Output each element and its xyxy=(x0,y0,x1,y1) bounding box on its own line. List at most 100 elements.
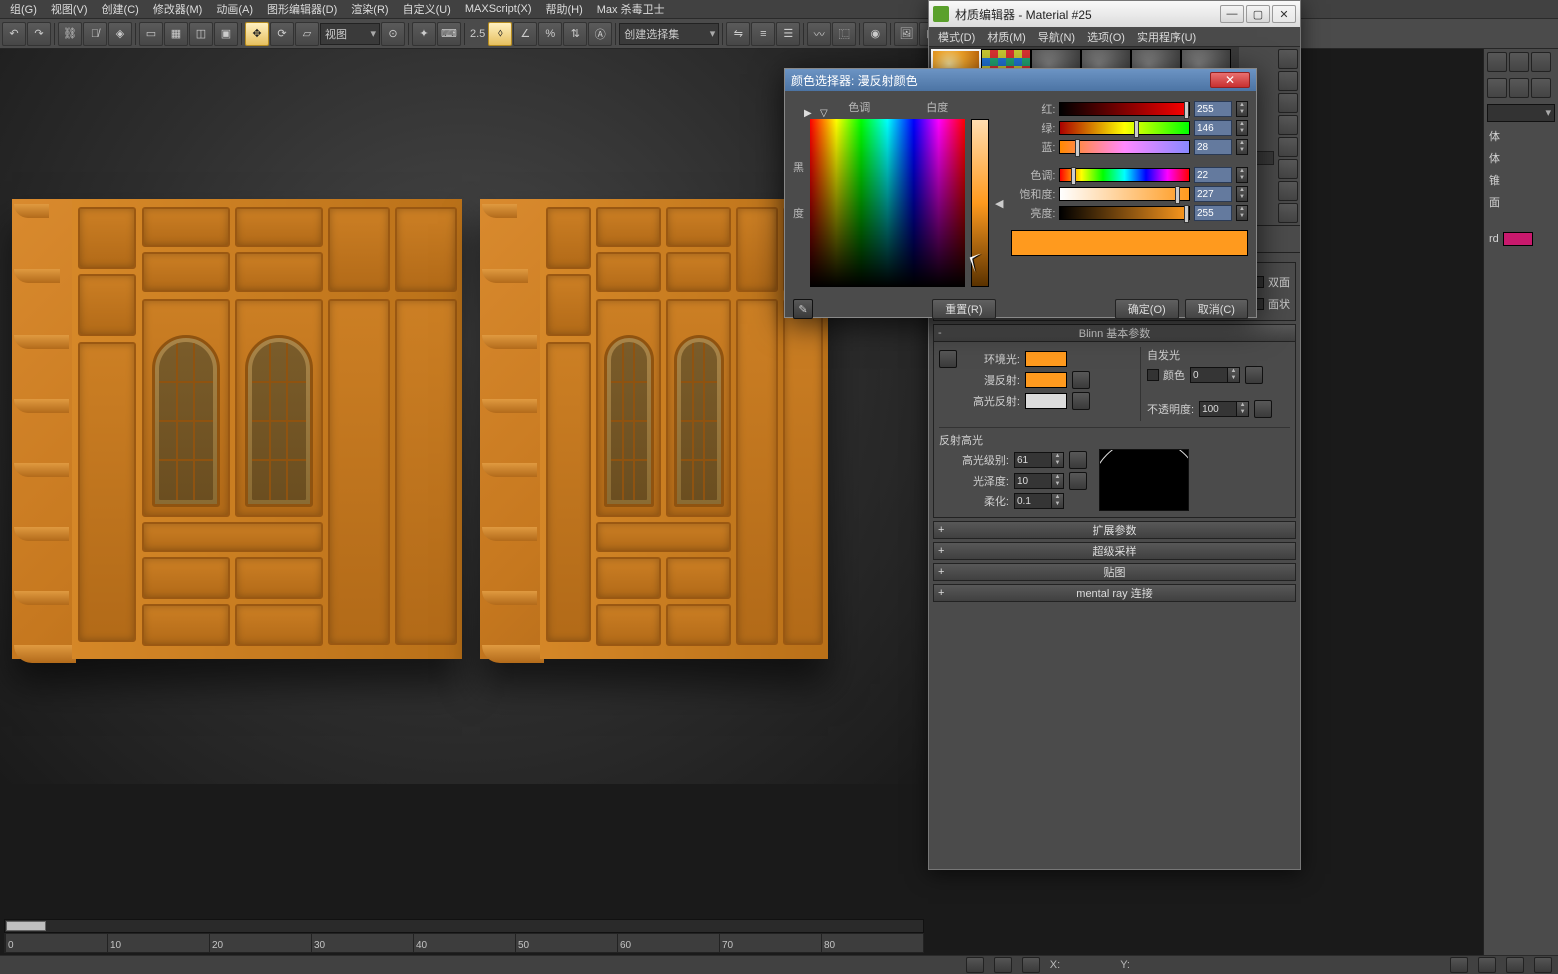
cancel-button[interactable]: 取消(C) xyxy=(1185,299,1248,319)
diffuse-swatch[interactable] xyxy=(1025,372,1067,388)
opacity-spinner[interactable]: ▲▼ xyxy=(1199,401,1249,417)
manipulate-icon[interactable]: ✦ xyxy=(412,22,436,46)
select-by-mat-icon[interactable] xyxy=(1278,203,1298,223)
green-value[interactable]: 146 xyxy=(1194,120,1232,136)
gloss-map-button[interactable] xyxy=(1069,472,1087,490)
menu-help[interactable]: 帮助(H) xyxy=(539,0,588,18)
rollout-supersample-header[interactable]: +超级采样 xyxy=(933,542,1296,560)
menu-modifier[interactable]: 修改器(M) xyxy=(147,0,209,18)
edit-named-icon[interactable]: Ⓐ xyxy=(588,22,612,46)
selfillum-map-button[interactable] xyxy=(1245,366,1263,384)
mat-menu-util[interactable]: 实用程序(U) xyxy=(1132,28,1201,46)
hue-slider[interactable] xyxy=(1059,168,1190,182)
category-dropdown[interactable] xyxy=(1487,104,1555,122)
menu-view[interactable]: 视图(V) xyxy=(45,0,94,18)
ambient-lock-icon[interactable] xyxy=(939,350,957,368)
percent-snap-icon[interactable]: % xyxy=(538,22,562,46)
window-crossing-icon[interactable]: ▣ xyxy=(214,22,238,46)
layers-icon[interactable]: ☰ xyxy=(776,22,800,46)
value-strip[interactable] xyxy=(971,119,989,287)
tab-create-icon[interactable] xyxy=(1487,52,1507,72)
spinner-icon[interactable]: ▲▼ xyxy=(1236,139,1248,155)
value-value[interactable]: 255 xyxy=(1194,205,1232,221)
named-selection-dropdown[interactable]: 创建选择集 xyxy=(619,23,719,45)
unlink-icon[interactable]: ⛓̸ xyxy=(83,22,107,46)
link-icon[interactable]: ⛓ xyxy=(58,22,82,46)
select-name-icon[interactable]: ▦ xyxy=(164,22,188,46)
menu-create[interactable]: 创建(C) xyxy=(96,0,145,18)
grid-icon[interactable] xyxy=(1478,957,1496,973)
ref-coord-dropdown[interactable]: 视图 xyxy=(320,23,380,45)
rollout-mentalray-header[interactable]: +mental ray 连接 xyxy=(933,584,1296,602)
selfillum-color-checkbox[interactable]: 颜色 xyxy=(1147,367,1185,383)
tab-modify-icon[interactable] xyxy=(1509,52,1529,72)
value-slider[interactable] xyxy=(1059,206,1190,220)
mat-menu-options[interactable]: 选项(O) xyxy=(1082,28,1130,46)
sample-type-icon[interactable] xyxy=(1278,49,1298,69)
menu-customize[interactable]: 自定义(U) xyxy=(397,0,457,18)
close-button[interactable]: ✕ xyxy=(1210,72,1250,88)
minimize-button[interactable]: — xyxy=(1220,5,1244,23)
menu-grapheditor[interactable]: 图形编辑器(D) xyxy=(261,0,343,18)
spinner-icon[interactable]: ▲▼ xyxy=(1236,120,1248,136)
diffuse-map-button[interactable] xyxy=(1072,371,1090,389)
render-setup-icon[interactable]: 🖼 xyxy=(894,22,918,46)
close-button[interactable]: ✕ xyxy=(1272,5,1296,23)
key-mode-icon[interactable] xyxy=(994,957,1012,973)
comm-icon[interactable] xyxy=(1506,957,1524,973)
specular-swatch[interactable] xyxy=(1025,393,1067,409)
rollout-maps-header[interactable]: +贴图 xyxy=(933,563,1296,581)
time-slider-thumb[interactable] xyxy=(6,921,46,931)
green-slider[interactable] xyxy=(1059,121,1190,135)
spec-level-map-button[interactable] xyxy=(1069,451,1087,469)
cat-lights-icon[interactable] xyxy=(1531,78,1551,98)
snap-3d-icon[interactable]: ⬨ xyxy=(488,22,512,46)
align-icon[interactable]: ≡ xyxy=(751,22,775,46)
soften-spinner[interactable]: ▲▼ xyxy=(1014,493,1064,509)
undo-icon[interactable]: ↶ xyxy=(2,22,26,46)
bind-space-icon[interactable]: ◈ xyxy=(108,22,132,46)
keyboard-icon[interactable]: ⌨ xyxy=(437,22,461,46)
move-icon[interactable]: ✥ xyxy=(245,22,269,46)
faceted-checkbox[interactable]: 面状 xyxy=(1252,296,1290,312)
spinner-snap-icon[interactable]: ⇅ xyxy=(563,22,587,46)
sample-uv-icon[interactable] xyxy=(1278,115,1298,135)
material-editor-icon[interactable]: ◉ xyxy=(863,22,887,46)
spinner-icon[interactable]: ▲▼ xyxy=(1236,186,1248,202)
spec-level-spinner[interactable]: ▲▼ xyxy=(1014,452,1064,468)
spinner-icon[interactable]: ▲▼ xyxy=(1236,205,1248,221)
backlight-icon[interactable] xyxy=(1278,71,1298,91)
material-editor-titlebar[interactable]: 材质编辑器 - Material #25 — ▢ ✕ xyxy=(929,1,1300,27)
video-check-icon[interactable] xyxy=(1278,137,1298,157)
maximize-button[interactable]: ▢ xyxy=(1246,5,1270,23)
lock-selection-icon[interactable] xyxy=(966,957,984,973)
isolate-icon[interactable] xyxy=(1450,957,1468,973)
object-color-swatch[interactable] xyxy=(1503,232,1533,246)
hue-value[interactable]: 22 xyxy=(1194,167,1232,183)
mirror-icon[interactable]: ⇋ xyxy=(726,22,750,46)
hue-saturation-field[interactable] xyxy=(810,119,965,287)
menu-maxkill[interactable]: Max 杀毒卫士 xyxy=(591,0,671,18)
ok-button[interactable]: 确定(O) xyxy=(1115,299,1179,319)
reset-button[interactable]: 重置(R) xyxy=(932,299,995,319)
eyedropper-icon[interactable]: ✎ xyxy=(793,299,813,319)
make-preview-icon[interactable] xyxy=(1278,159,1298,179)
options-icon[interactable] xyxy=(1278,181,1298,201)
abs-rel-icon[interactable] xyxy=(1022,957,1040,973)
mat-menu-nav[interactable]: 导航(N) xyxy=(1033,28,1080,46)
scale-icon[interactable]: ▱ xyxy=(295,22,319,46)
red-slider[interactable] xyxy=(1059,102,1190,116)
ambient-swatch[interactable] xyxy=(1025,351,1067,367)
twoside-checkbox[interactable]: 双面 xyxy=(1252,274,1290,290)
color-selector-titlebar[interactable]: 颜色选择器: 漫反射颜色 ✕ xyxy=(785,69,1256,91)
menu-animation[interactable]: 动画(A) xyxy=(210,0,259,18)
mat-menu-mode[interactable]: 模式(D) xyxy=(933,28,980,46)
gloss-spinner[interactable]: ▲▼ xyxy=(1014,473,1064,489)
cat-shapes-icon[interactable] xyxy=(1509,78,1529,98)
tab-hierarchy-icon[interactable] xyxy=(1531,52,1551,72)
add-time-tag-icon[interactable] xyxy=(1534,957,1552,973)
spinner-icon[interactable]: ▲▼ xyxy=(1236,101,1248,117)
background-icon[interactable] xyxy=(1278,93,1298,113)
red-value[interactable]: 255 xyxy=(1194,101,1232,117)
sat-value[interactable]: 227 xyxy=(1194,186,1232,202)
